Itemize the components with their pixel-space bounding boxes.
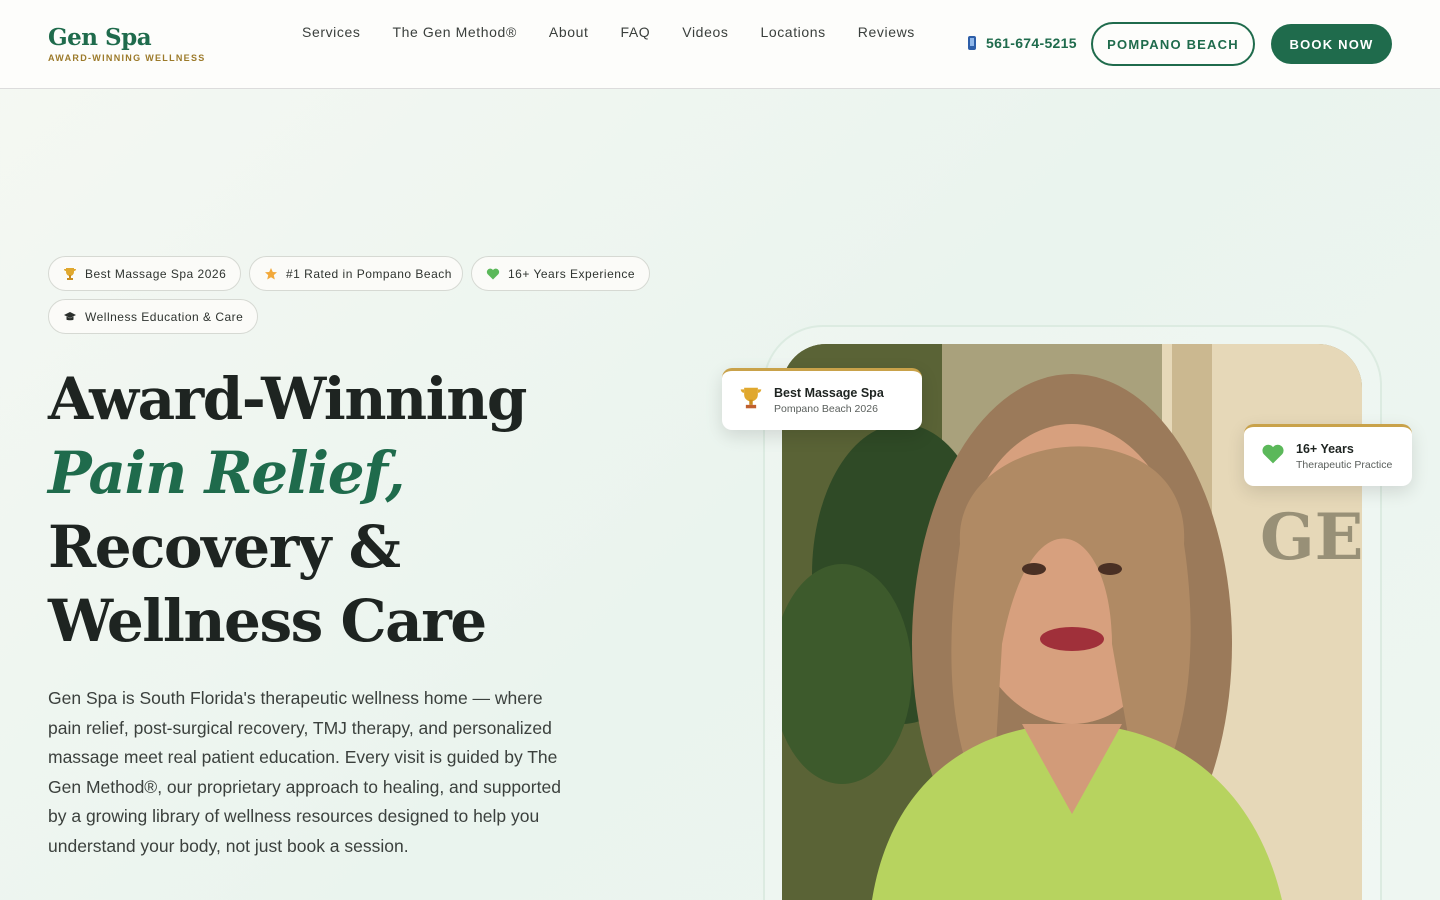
award-card-subtitle: Pompano Beach 2026 <box>774 403 878 415</box>
badge-top-rated: #1 Rated in Pompano Beach <box>249 256 463 291</box>
experience-card: 16+ Years Therapeutic Practice <box>1244 424 1412 486</box>
location-button[interactable]: POMPANO BEACH <box>1091 22 1255 66</box>
nav-link-gen-method[interactable]: The Gen Method® <box>392 24 516 40</box>
award-card-title: Best Massage Spa <box>774 386 884 400</box>
hero-title-accent: Pain Relief, <box>48 439 405 507</box>
badge-label: Wellness Education & Care <box>85 309 244 324</box>
phone-link[interactable]: 561-674-5215 <box>968 35 1077 51</box>
logo[interactable]: Gen Spa AWARD-WINNING WELLNESS <box>48 24 206 63</box>
nav-link-about[interactable]: About <box>549 24 589 40</box>
hero-title-line-3: Recovery & <box>48 513 401 581</box>
heart-icon <box>1260 442 1286 472</box>
graduation-cap-icon <box>63 310 77 324</box>
book-now-button[interactable]: BOOK NOW <box>1271 24 1392 64</box>
nav-link-faq[interactable]: FAQ <box>620 24 650 40</box>
badge-best-massage: Best Massage Spa 2026 <box>48 256 241 291</box>
heart-icon <box>486 267 500 281</box>
badge-experience: 16+ Years Experience <box>471 256 650 291</box>
site-header: Gen Spa AWARD-WINNING WELLNESS Services … <box>0 0 1440 89</box>
badge-label: #1 Rated in Pompano Beach <box>286 266 452 281</box>
trophy-icon <box>738 386 764 416</box>
hero-title-line-4: Wellness Care <box>48 587 487 655</box>
nav-link-locations[interactable]: Locations <box>760 24 825 40</box>
experience-card-title: 16+ Years <box>1296 442 1354 456</box>
logo-name: Gen Spa <box>48 24 152 51</box>
hero-title-line-1: Award-Winning <box>48 365 527 433</box>
svg-text:GE: GE <box>1260 500 1362 575</box>
trophy-icon <box>63 267 77 281</box>
badge-label: 16+ Years Experience <box>508 266 636 281</box>
nav-link-videos[interactable]: Videos <box>682 24 728 40</box>
logo-tagline: AWARD-WINNING WELLNESS <box>48 53 206 63</box>
phone-icon <box>968 36 976 50</box>
badge-education: Wellness Education & Care <box>48 299 258 334</box>
phone-number: 561-674-5215 <box>986 35 1077 51</box>
experience-card-subtitle: Therapeutic Practice <box>1296 459 1393 471</box>
nav-link-services[interactable]: Services <box>302 24 360 40</box>
hero-title: Award-Winning Pain Relief, Recovery & We… <box>48 362 527 658</box>
hero-description: Gen Spa is South Florida's therapeutic w… <box>48 688 561 856</box>
award-card: Best Massage Spa Pompano Beach 2026 <box>722 368 922 430</box>
nav-link-reviews[interactable]: Reviews <box>858 24 915 40</box>
main-nav: Services The Gen Method® About FAQ Video… <box>302 24 947 40</box>
badge-label: Best Massage Spa 2026 <box>85 266 227 281</box>
star-icon <box>264 267 278 281</box>
